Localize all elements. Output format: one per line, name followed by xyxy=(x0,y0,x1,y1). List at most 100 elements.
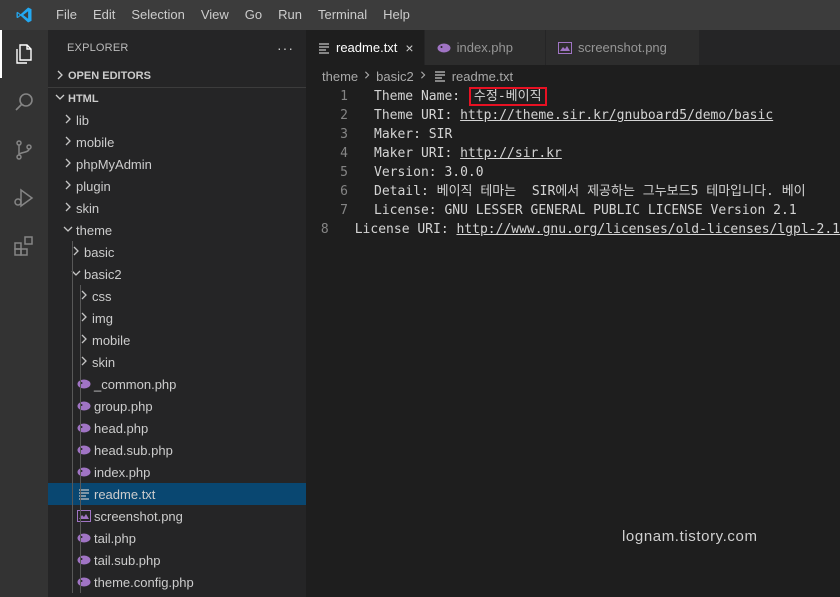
line-number: 1 xyxy=(340,89,348,104)
folder-item[interactable]: img xyxy=(48,307,306,329)
php-file-icon xyxy=(76,376,92,392)
folder-item[interactable]: skin xyxy=(48,197,306,219)
code-editor[interactable]: 1 Theme Name: 수정-베이직 2 Theme URI: http://th… xyxy=(306,87,840,597)
indent-guide xyxy=(72,263,73,285)
indent-guide xyxy=(80,505,81,527)
folder-item[interactable]: css xyxy=(48,285,306,307)
tree-item-label: skin xyxy=(76,200,100,216)
code-key: Theme URI: xyxy=(374,108,461,123)
tab-index-php[interactable]: index.php xyxy=(424,30,546,65)
php-file-icon xyxy=(76,464,92,480)
chevron-right-icon xyxy=(52,70,68,83)
code-link[interactable]: http://theme.sir.kr/gnuboard5/demo/basic xyxy=(460,108,773,123)
tree-item-label: lib xyxy=(76,112,90,128)
menu-edit[interactable]: Edit xyxy=(85,0,123,30)
tree-item-label: group.php xyxy=(94,398,153,414)
code-key: License URI: xyxy=(354,222,457,237)
chevron-right-icon xyxy=(60,113,76,127)
line-number: 8 xyxy=(320,222,329,237)
code-line: 7 License: GNU LESSER GENERAL PUBLIC LICE… xyxy=(306,201,840,220)
tab-readme-txt[interactable]: readme.txt × xyxy=(306,30,425,65)
extensions-icon[interactable] xyxy=(0,222,48,270)
file-item[interactable]: _common.php xyxy=(48,373,306,395)
explorer-sidebar: EXPLORER ··· OPEN EDITORS HTML lib mobile… xyxy=(48,30,306,597)
breadcrumb-item[interactable]: theme xyxy=(322,69,358,84)
chevron-right-icon xyxy=(363,70,371,82)
line-number: 6 xyxy=(340,184,348,199)
open-editors-section[interactable]: OPEN EDITORS xyxy=(48,65,306,87)
file-item[interactable]: tail.php xyxy=(48,527,306,549)
menu-view[interactable]: View xyxy=(193,0,237,30)
indent-guide xyxy=(72,285,73,307)
indent-guide xyxy=(72,351,73,373)
file-item[interactable]: head.sub.php xyxy=(48,439,306,461)
code-key: Theme Name: xyxy=(374,89,468,104)
run-debug-icon[interactable] xyxy=(0,174,48,222)
menu-file[interactable]: File xyxy=(48,0,85,30)
php-file-icon xyxy=(437,43,451,53)
indent-guide xyxy=(80,439,81,461)
file-item[interactable]: group.php xyxy=(48,395,306,417)
workspace-label: HTML xyxy=(68,92,99,105)
workspace-section[interactable]: HTML xyxy=(48,87,306,109)
menu-selection[interactable]: Selection xyxy=(123,0,192,30)
more-actions-icon[interactable]: ··· xyxy=(277,40,294,56)
explorer-icon[interactable] xyxy=(0,30,48,78)
tree-item-label: basic2 xyxy=(84,266,122,282)
php-file-icon xyxy=(76,398,92,414)
folder-item[interactable]: theme xyxy=(48,219,306,241)
chevron-right-icon xyxy=(76,311,92,325)
line-number: 3 xyxy=(340,127,348,142)
file-item[interactable]: head.php xyxy=(48,417,306,439)
indent-guide xyxy=(80,461,81,483)
menu-go[interactable]: Go xyxy=(237,0,270,30)
file-item[interactable]: index.php xyxy=(48,461,306,483)
folder-item[interactable]: mobile xyxy=(48,329,306,351)
folder-item[interactable]: skin xyxy=(48,351,306,373)
folder-item[interactable]: basic xyxy=(48,241,306,263)
tree-item-label: mobile xyxy=(92,332,131,348)
chevron-right-icon xyxy=(60,157,76,171)
breadcrumb-item[interactable]: basic2 xyxy=(376,69,414,84)
chevron-right-icon xyxy=(60,201,76,215)
menu-terminal[interactable]: Terminal xyxy=(310,0,375,30)
indent-guide xyxy=(80,285,81,307)
folder-item[interactable]: basic2 xyxy=(48,263,306,285)
file-item[interactable]: readme.txt xyxy=(48,483,306,505)
tree-item-label: index.php xyxy=(94,464,151,480)
close-icon[interactable]: × xyxy=(405,40,413,56)
code-text: Theme URI: http://theme.sir.kr/gnuboard5… xyxy=(348,106,773,125)
menu-run[interactable]: Run xyxy=(270,0,310,30)
code-line: 2 Theme URI: http://theme.sir.kr/gnuboard… xyxy=(306,106,840,125)
menu-bar: File Edit Selection View Go Run Terminal Help xyxy=(48,0,418,30)
indent-guide xyxy=(72,241,73,263)
vscode-logo-icon xyxy=(0,0,48,30)
indent-guide xyxy=(72,307,73,329)
menu-help[interactable]: Help xyxy=(375,0,418,30)
folder-item[interactable]: phpMyAdmin xyxy=(48,153,306,175)
explorer-header: EXPLORER ··· xyxy=(48,30,306,65)
code-line: 4 Maker URI: http://sir.kr xyxy=(306,144,840,163)
tree-item-label: css xyxy=(92,288,112,304)
folder-item[interactable]: mobile xyxy=(48,131,306,153)
folder-item[interactable]: plugin xyxy=(48,175,306,197)
php-file-icon xyxy=(76,574,92,590)
search-icon[interactable] xyxy=(0,78,48,126)
folder-item[interactable]: lib xyxy=(48,109,306,131)
file-item[interactable]: theme.config.php xyxy=(48,571,306,593)
tab-screenshot-png[interactable]: screenshot.png xyxy=(546,30,700,65)
breadcrumb-item[interactable]: readme.txt xyxy=(452,69,513,84)
line-number: 4 xyxy=(340,146,348,161)
code-link[interactable]: http://www.gnu.org/licenses/old-licenses… xyxy=(456,222,840,237)
file-item[interactable]: screenshot.png xyxy=(48,505,306,527)
file-item[interactable]: tail.sub.php xyxy=(48,549,306,571)
indent-guide xyxy=(72,373,73,395)
indent-guide xyxy=(80,373,81,395)
tree-item-label: mobile xyxy=(76,134,115,150)
chevron-right-icon xyxy=(76,333,92,347)
code-line: 8 License URI: http://www.gnu.org/license… xyxy=(306,220,840,239)
code-link[interactable]: http://sir.kr xyxy=(460,146,562,161)
source-control-icon[interactable] xyxy=(0,126,48,174)
indent-guide xyxy=(80,527,81,549)
php-file-icon xyxy=(76,552,92,568)
